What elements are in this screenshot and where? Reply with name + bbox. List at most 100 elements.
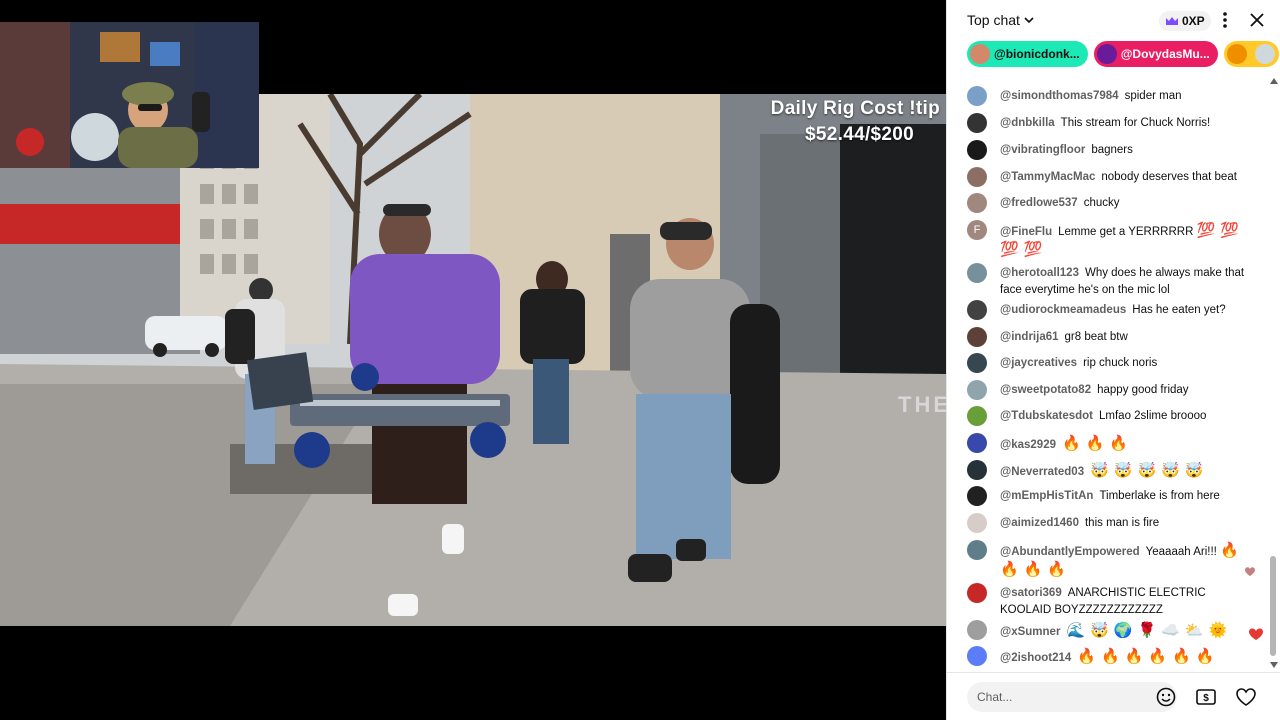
- chat-message-body: @2ishoot214 🔥 🔥 🔥 🔥 🔥 🔥: [1000, 648, 1250, 667]
- video-player[interactable]: THE Daily Rig Cost !tip $52.44/$200: [0, 0, 946, 720]
- avatar[interactable]: [967, 263, 987, 283]
- chat-message-body: @FineFlu Lemme get a YERRRRRR 💯 💯💯 💯: [1000, 222, 1250, 260]
- chat-author[interactable]: @TammyMacMac: [1000, 171, 1095, 183]
- chat-message-body: @kas2929 🔥 🔥 🔥: [1000, 435, 1250, 454]
- chat-author[interactable]: @dnbkilla: [1000, 117, 1055, 129]
- chat-input[interactable]: Chat...: [967, 682, 1177, 712]
- chat-author[interactable]: @simondthomas7984: [1000, 90, 1119, 102]
- chat-scrollbar[interactable]: [1267, 76, 1279, 670]
- chat-author[interactable]: @fredlowe537: [1000, 197, 1078, 209]
- tip-goal-amount: $52.44/$200: [805, 124, 914, 145]
- chat-text: chucky: [1083, 197, 1120, 209]
- emoji: 🔥: [1195, 648, 1215, 665]
- avatar[interactable]: F: [967, 220, 987, 240]
- chat-message-body: @Tdubskatesdot Lmfao 2slime broooo: [1000, 408, 1250, 425]
- emoji: 🤯: [1090, 462, 1109, 479]
- super-chat-icon[interactable]: $: [1195, 686, 1217, 708]
- chat-author[interactable]: @xSumner: [1000, 626, 1060, 638]
- video-frame: THE Daily Rig Cost !tip $52.44/$200: [0, 94, 946, 626]
- chat-author[interactable]: @2ishoot214: [1000, 652, 1071, 664]
- super-chat-ticker-item[interactable]: @DovydasMu...: [1093, 41, 1218, 67]
- xp-value: 0XP: [1182, 14, 1205, 28]
- super-chat-ticker-item[interactable]: @bionicdonk...: [967, 41, 1088, 67]
- emoji: 🔥: [1000, 561, 1019, 578]
- chat-author[interactable]: @satori369: [1000, 587, 1062, 599]
- heart-like-icon[interactable]: [1235, 686, 1257, 708]
- chat-author[interactable]: @udiorockmeamadeus: [1000, 304, 1126, 316]
- emoji: 🔥: [1148, 648, 1168, 665]
- emoji: 🔥: [1023, 561, 1043, 578]
- avatar[interactable]: [967, 646, 987, 666]
- close-chat-button[interactable]: [1247, 10, 1267, 30]
- chat-author[interactable]: @Tdubskatesdot: [1000, 410, 1093, 422]
- svg-text:$: $: [1203, 693, 1209, 704]
- chat-message-body: @vibratingfloor bagners: [1000, 142, 1250, 159]
- super-chat-ticker-item[interactable]: [1223, 41, 1279, 67]
- avatar[interactable]: [967, 167, 987, 187]
- chat-mode-dropdown[interactable]: Top chat: [967, 12, 1034, 28]
- chat-text: Timberlake is from here: [1099, 490, 1220, 502]
- more-options-button[interactable]: [1215, 10, 1235, 30]
- chat-author[interactable]: @herotoall123: [1000, 267, 1079, 279]
- chat-author[interactable]: @sweetpotato82: [1000, 384, 1091, 396]
- chat-author[interactable]: @aimized1460: [1000, 517, 1079, 529]
- emoji: 🌍: [1113, 622, 1133, 639]
- avatar[interactable]: [967, 620, 987, 640]
- more-vert-icon: [1223, 12, 1227, 28]
- chat-author[interactable]: @jaycreatives: [1000, 357, 1077, 369]
- emoji: 🔥: [1172, 648, 1191, 665]
- chevron-down-icon: [1024, 17, 1034, 24]
- chat-message-body: @TammyMacMac nobody deserves that beat: [1000, 169, 1250, 186]
- heart-icon: [1245, 567, 1255, 576]
- avatar[interactable]: [967, 300, 987, 320]
- emoji: 🔥: [1077, 648, 1096, 665]
- chat-author[interactable]: @indrija61: [1000, 331, 1059, 343]
- scrollbar-thumb[interactable]: [1270, 556, 1276, 656]
- heart-icon: [1249, 628, 1263, 640]
- chat-text: Lemme get a YERRRRRR: [1058, 226, 1194, 238]
- chat-message-body: @aimized1460 this man is fire: [1000, 515, 1250, 532]
- avatar[interactable]: [967, 583, 987, 603]
- emoji: 🤯: [1137, 462, 1157, 479]
- avatar[interactable]: [967, 433, 987, 453]
- chat-author[interactable]: @Neverrated03: [1000, 466, 1084, 478]
- avatar[interactable]: [967, 113, 987, 133]
- emoji: 🌊: [1066, 622, 1086, 639]
- emoji: 🔥: [1047, 561, 1067, 578]
- avatar[interactable]: [967, 353, 987, 373]
- avatar[interactable]: [967, 327, 987, 347]
- scroll-up-icon[interactable]: [1270, 78, 1278, 84]
- crown-icon: [1166, 17, 1178, 25]
- emoji: ☁️: [1161, 622, 1180, 639]
- avatar: [970, 44, 990, 64]
- street-scene: THE: [0, 94, 946, 626]
- chat-text: this man is fire: [1084, 517, 1160, 529]
- chat-message-body: @dnbkilla This stream for Chuck Norris!: [1000, 115, 1250, 132]
- chat-author[interactable]: @mEmpHisTitAn: [1000, 490, 1093, 502]
- chat-author[interactable]: @FineFlu: [1000, 226, 1052, 238]
- avatar[interactable]: [967, 486, 987, 506]
- emoji: 💯: [1000, 241, 1019, 258]
- xp-badge[interactable]: 0XP: [1159, 11, 1211, 31]
- scroll-down-icon[interactable]: [1270, 662, 1278, 668]
- chat-author[interactable]: @vibratingfloor: [1000, 144, 1085, 156]
- chat-message-body: @simondthomas7984 spider man: [1000, 88, 1250, 105]
- avatar[interactable]: [967, 140, 987, 160]
- avatar[interactable]: [967, 513, 987, 533]
- emoji-icon[interactable]: [1155, 686, 1177, 708]
- avatar[interactable]: [967, 380, 987, 400]
- chat-author[interactable]: @kas2929: [1000, 439, 1056, 451]
- chat-text: Has he eaten yet?: [1132, 304, 1226, 316]
- chat-author[interactable]: @AbundantlyEmpowered: [1000, 546, 1140, 558]
- avatar[interactable]: [967, 406, 987, 426]
- avatar[interactable]: [967, 193, 987, 213]
- avatar[interactable]: [967, 540, 987, 560]
- chat-message-body: @indrija61 gr8 beat btw: [1000, 329, 1250, 346]
- avatar[interactable]: [967, 460, 987, 480]
- chat-input-placeholder: Chat...: [977, 690, 1013, 704]
- emoji: 💯: [1196, 222, 1216, 239]
- tip-goal-overlay: Daily Rig Cost !tip $52.44/$200: [771, 96, 940, 148]
- avatar-letter: F: [973, 223, 981, 236]
- floating-hearts: [1245, 567, 1263, 640]
- avatar[interactable]: [967, 86, 987, 106]
